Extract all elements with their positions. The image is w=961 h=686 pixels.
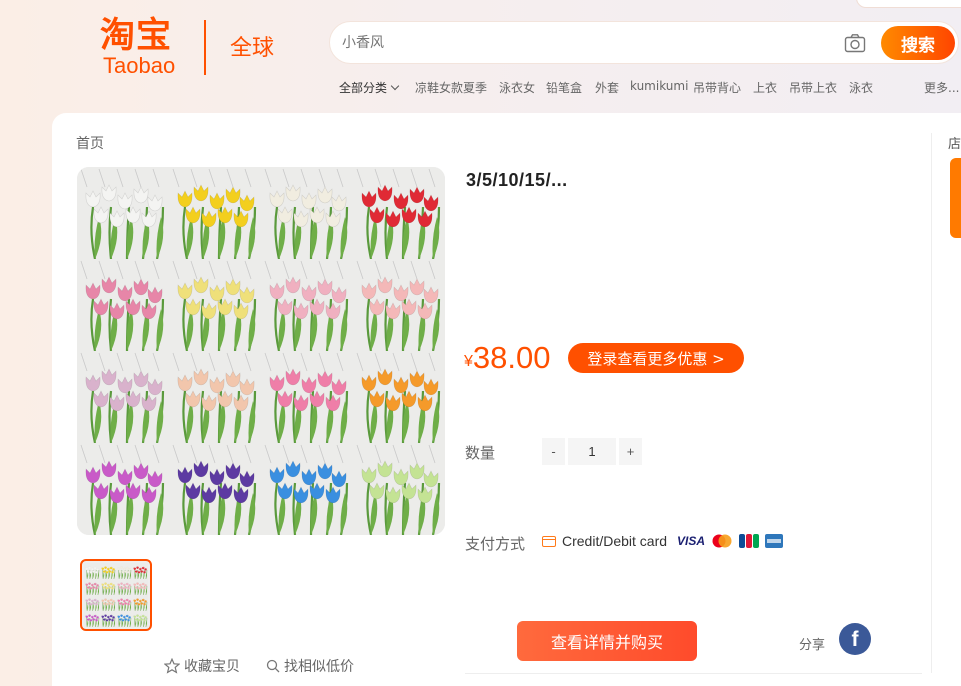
facebook-share-icon[interactable]: f	[839, 623, 871, 655]
tulip-tile	[77, 259, 169, 351]
currency-symbol: ¥	[464, 353, 473, 370]
product-price: ¥38.00	[464, 340, 550, 376]
hotword-item[interactable]: 外套	[595, 79, 619, 96]
thumbnail-tile	[100, 579, 116, 595]
section-divider	[465, 673, 922, 674]
hotword-item[interactable]: 泳衣女	[499, 79, 535, 96]
thumbnail-tile	[116, 579, 132, 595]
global-label: 全球	[230, 36, 275, 61]
thumbnail-tile	[84, 579, 100, 595]
logo-separator	[204, 20, 206, 75]
hotword-item[interactable]: 上衣	[753, 79, 777, 96]
credit-card-icon	[542, 535, 556, 547]
logo-cn-text: 淘宝	[100, 16, 173, 56]
quantity-decrement-button[interactable]: -	[542, 438, 565, 465]
tulip-tile	[261, 443, 353, 535]
shop-side-tab[interactable]	[950, 158, 961, 238]
hotword-item[interactable]: kumikumi	[630, 79, 688, 93]
search-button[interactable]: 搜索	[881, 26, 955, 60]
tulip-tile	[169, 443, 261, 535]
thumbnail-tile	[116, 563, 132, 579]
thumbnail-tile	[100, 611, 116, 627]
find-similar-button[interactable]: 找相似低价	[266, 656, 354, 676]
search-icon	[266, 659, 280, 673]
hotword-item[interactable]: 吊带上衣	[789, 79, 837, 96]
thumbnail-tile	[132, 579, 148, 595]
product-thumbnail[interactable]	[80, 559, 152, 631]
thumbnail-tile	[100, 595, 116, 611]
quantity-increment-button[interactable]: +	[619, 438, 642, 465]
column-divider	[931, 133, 932, 673]
shop-side-label: 店	[948, 137, 961, 152]
top-corner-tab[interactable]	[856, 0, 961, 8]
product-title: 3/5/10/15/...	[466, 170, 568, 190]
mastercard-icon	[712, 534, 732, 548]
tulip-tile	[353, 167, 445, 259]
amex-icon	[765, 534, 784, 548]
chevron-down-icon	[390, 81, 400, 91]
thumbnail-tile	[116, 611, 132, 627]
favorite-label: 收藏宝贝	[184, 659, 240, 675]
quantity-stepper: - +	[542, 438, 642, 465]
tulip-tile	[169, 167, 261, 259]
taobao-logo[interactable]: 淘宝 Taobao	[100, 16, 192, 78]
thumbnail-tile	[132, 611, 148, 627]
search-bar: 搜索	[329, 21, 959, 64]
thumbnail-tile	[84, 611, 100, 627]
payment-method: Credit/Debit card VISA	[542, 533, 784, 549]
tulip-tile	[77, 351, 169, 443]
find-similar-label: 找相似低价	[284, 659, 354, 675]
thumbnail-tile	[84, 563, 100, 579]
tulip-tile	[169, 259, 261, 351]
all-categories-label: 全部分类	[339, 81, 388, 95]
view-details-buy-button[interactable]: 查看详情并购买	[517, 621, 697, 661]
camera-icon[interactable]	[844, 33, 866, 53]
hotword-item[interactable]: 凉鞋女款夏季	[415, 79, 487, 96]
product-card: 首页 收藏宝贝 找相似低价 3/5/10/15/... ¥38.00 登录查看更…	[52, 113, 961, 686]
tulip-tile	[77, 443, 169, 535]
thumbnail-tile	[132, 595, 148, 611]
product-main-image[interactable]	[77, 167, 445, 535]
tulip-tile	[169, 351, 261, 443]
price-value: 38.00	[472, 340, 551, 375]
quantity-label: 数量	[465, 444, 496, 462]
more-link[interactable]: 更多...	[924, 79, 959, 96]
hotword-item[interactable]: 铅笔盒	[546, 79, 582, 96]
thumbnail-tile	[100, 563, 116, 579]
tulip-tile	[77, 167, 169, 259]
tulip-tile	[353, 351, 445, 443]
thumbnail-tile	[132, 563, 148, 579]
payment-method-label: Credit/Debit card	[562, 533, 668, 549]
payment-label: 支付方式	[465, 535, 526, 553]
thumbnail-tile	[84, 595, 100, 611]
star-icon	[164, 658, 180, 674]
thumbnail-tile	[116, 595, 132, 611]
hotword-item[interactable]: 泳衣	[849, 79, 873, 96]
tulip-tile	[261, 167, 353, 259]
jcb-icon	[739, 534, 760, 548]
tulip-tile	[261, 351, 353, 443]
hotword-item[interactable]: 吊带背心	[693, 79, 741, 96]
tulip-tile	[353, 443, 445, 535]
breadcrumb[interactable]: 首页	[76, 133, 104, 153]
logo-en-text: Taobao	[103, 53, 176, 78]
all-categories[interactable]: 全部分类	[339, 79, 400, 96]
favorite-button[interactable]: 收藏宝贝	[164, 656, 240, 676]
share-label: 分享	[799, 638, 826, 653]
quantity-input[interactable]	[568, 438, 616, 465]
login-for-discount-button[interactable]: 登录查看更多优惠 >	[568, 343, 744, 373]
tulip-tile	[353, 259, 445, 351]
search-input[interactable]	[342, 33, 822, 53]
tulip-tile	[261, 259, 353, 351]
visa-icon: VISA	[677, 534, 706, 548]
